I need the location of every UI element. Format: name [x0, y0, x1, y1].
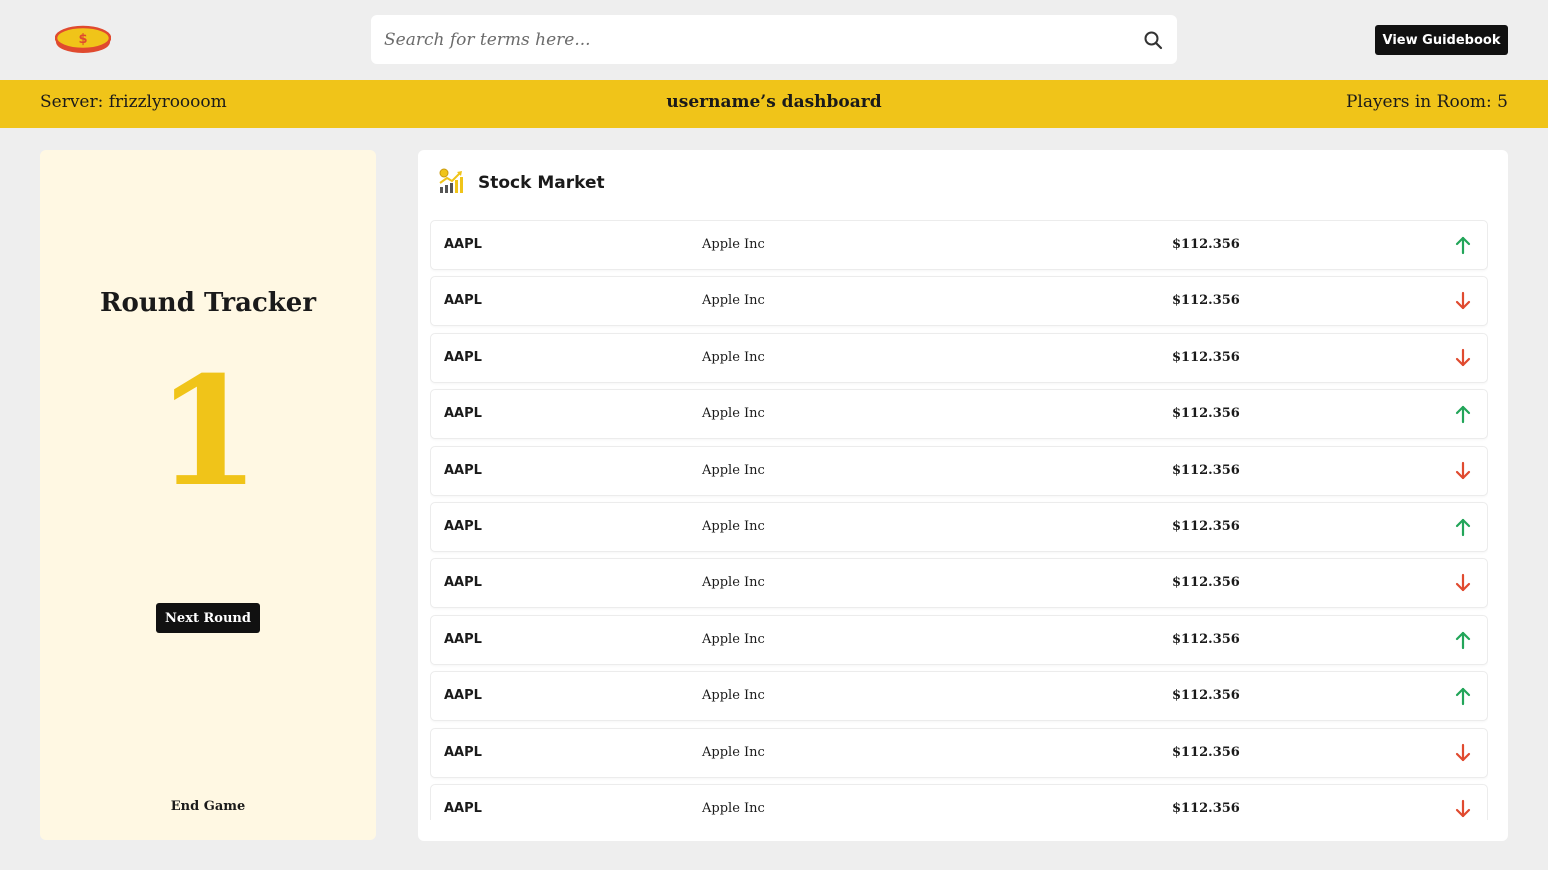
stock-market-title: Stock Market: [478, 173, 605, 193]
arrow-down-icon: [1455, 348, 1471, 368]
stock-name: Apple Inc: [702, 631, 765, 647]
arrow-up-icon: [1455, 686, 1471, 706]
stock-ticker: AAPL: [444, 575, 482, 591]
arrow-up-icon: [1455, 235, 1471, 255]
next-round-button[interactable]: Next Round: [156, 603, 260, 633]
stock-price: $112.356: [1172, 575, 1240, 591]
arrow-up-icon: [1455, 630, 1471, 650]
stock-ticker: AAPL: [444, 349, 482, 365]
stock-price: $112.356: [1172, 631, 1240, 647]
view-guidebook-button[interactable]: View Guidebook: [1375, 25, 1508, 55]
stock-ticker: AAPL: [444, 631, 482, 647]
round-number: 1: [155, 344, 261, 520]
stock-row[interactable]: AAPL Apple Inc $112.356: [430, 783, 1488, 820]
coin-logo-icon[interactable]: $: [54, 24, 112, 54]
stock-row[interactable]: AAPL Apple Inc $112.356: [430, 671, 1488, 722]
stock-name: Apple Inc: [702, 688, 765, 704]
stock-price: $112.356: [1172, 518, 1240, 534]
stock-ticker: AAPL: [444, 744, 482, 760]
stock-name: Apple Inc: [702, 406, 765, 422]
stock-name: Apple Inc: [702, 349, 765, 365]
search-bar: [371, 15, 1177, 64]
players-count: Players in Room: 5: [1345, 92, 1508, 112]
stock-row[interactable]: AAPL Apple Inc $112.356: [430, 276, 1488, 327]
search-input[interactable]: [371, 15, 1129, 64]
arrow-down-icon: [1455, 291, 1471, 311]
stock-row[interactable]: AAPL Apple Inc $112.356: [430, 389, 1488, 440]
arrow-down-icon: [1455, 461, 1471, 481]
stock-name: Apple Inc: [702, 518, 765, 534]
stock-row[interactable]: AAPL Apple Inc $112.356: [430, 445, 1488, 496]
stock-name: Apple Inc: [702, 293, 765, 309]
stock-name: Apple Inc: [702, 462, 765, 478]
stock-ticker: AAPL: [444, 406, 482, 422]
stock-row[interactable]: AAPL Apple Inc $112.356: [430, 332, 1488, 383]
stock-ticker: AAPL: [444, 800, 482, 816]
stock-row[interactable]: AAPL Apple Inc $112.356: [430, 220, 1488, 270]
stock-ticker: AAPL: [444, 237, 482, 252]
stock-row[interactable]: AAPL Apple Inc $112.356: [430, 727, 1488, 778]
search-icon[interactable]: [1129, 15, 1177, 64]
stock-ticker: AAPL: [444, 462, 482, 478]
stock-chart-icon: [438, 167, 464, 199]
stock-name: Apple Inc: [702, 237, 765, 252]
stock-price: $112.356: [1172, 349, 1240, 365]
stock-list: AAPL Apple Inc $112.356 AAPL Apple Inc $…: [430, 220, 1488, 820]
stock-ticker: AAPL: [444, 293, 482, 309]
stock-ticker: AAPL: [444, 688, 482, 704]
arrow-up-icon: [1455, 517, 1471, 537]
stock-market-header: Stock Market: [438, 168, 605, 198]
dashboard-title: username’s dashboard: [666, 92, 882, 112]
top-header: $ View Guidebook: [0, 0, 1548, 80]
stock-price: $112.356: [1172, 406, 1240, 422]
arrow-down-icon: [1455, 573, 1471, 593]
stock-row[interactable]: AAPL Apple Inc $112.356: [430, 614, 1488, 665]
stock-price: $112.356: [1172, 688, 1240, 704]
end-game-button[interactable]: End Game: [40, 799, 376, 814]
arrow-down-icon: [1455, 743, 1471, 763]
svg-text:$: $: [78, 32, 87, 47]
stock-price: $112.356: [1172, 744, 1240, 760]
stock-price: $112.356: [1172, 237, 1240, 252]
info-bar: Server: frizzlyroooom username’s dashboa…: [0, 80, 1548, 128]
stock-row[interactable]: AAPL Apple Inc $112.356: [430, 501, 1488, 552]
round-tracker-title: Round Tracker: [99, 288, 317, 318]
stock-price: $112.356: [1172, 800, 1240, 816]
stock-price: $112.356: [1172, 462, 1240, 478]
stock-name: Apple Inc: [702, 800, 765, 816]
stock-row[interactable]: AAPL Apple Inc $112.356: [430, 558, 1488, 609]
stock-ticker: AAPL: [444, 518, 482, 534]
stock-price: $112.356: [1172, 293, 1240, 309]
stock-name: Apple Inc: [702, 575, 765, 591]
arrow-down-icon: [1455, 799, 1471, 819]
stock-name: Apple Inc: [702, 744, 765, 760]
stock-market-panel: Stock Market AAPL Apple Inc $112.356 AAP…: [418, 150, 1508, 841]
round-tracker-panel: Round Tracker 1 Next Round End Game: [40, 150, 376, 840]
arrow-up-icon: [1455, 404, 1471, 424]
